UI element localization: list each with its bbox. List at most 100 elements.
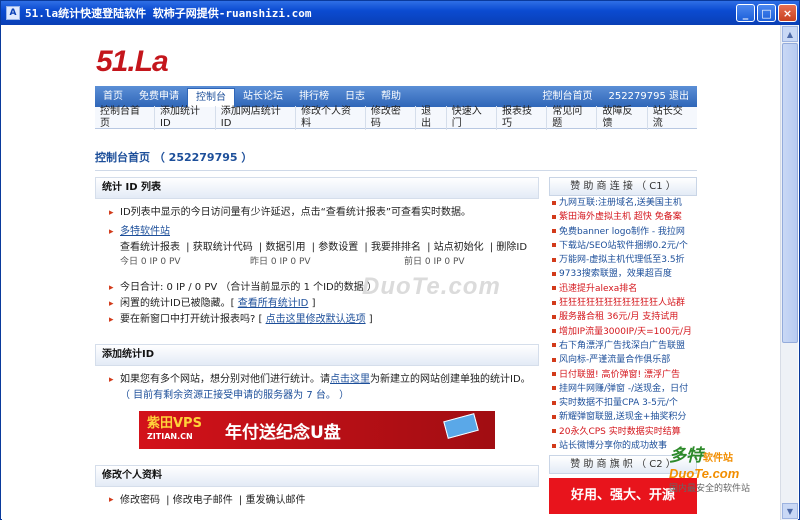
- link-modify-password[interactable]: 修改密码: [120, 495, 160, 506]
- sponsor-link-text: 九网互联:注册域名,送美国主机: [559, 198, 682, 208]
- sponsor-link-text: 日付联盟! 高价弹窗! 漂浮广告: [559, 369, 680, 380]
- sponsor-link[interactable]: 9733搜索联盟，效果超百度: [549, 267, 697, 281]
- newwin-suffix: ]: [365, 314, 373, 325]
- divider: [95, 170, 697, 171]
- sponsor-link[interactable]: 风向标-严谨流量合作俱乐部: [549, 353, 697, 367]
- sponsor-link-text: 万能网-虚拟主机代理低至3.5折: [559, 255, 685, 266]
- link-data-ref[interactable]: 数据引用: [265, 242, 305, 253]
- sponsor-link[interactable]: 万能网-虚拟主机代理低至3.5折: [549, 253, 697, 267]
- main-nav: 首页 免费申请 控制台 站长论坛 排行榜 日志 帮助 控制台首页 2522797…: [95, 86, 697, 107]
- bullet-square-icon: [552, 271, 556, 276]
- corner-watermark: 多特软件站 DuoTe.com 国内最安全的软件站: [669, 441, 797, 505]
- sponsor-link[interactable]: 迅速提升alexa排名: [549, 282, 697, 296]
- nav-ranking[interactable]: 排行榜: [291, 86, 337, 107]
- close-button[interactable]: ×: [778, 4, 797, 22]
- sponsor-link[interactable]: 狂狂狂狂狂狂狂狂狂狂狂人站群: [549, 296, 697, 310]
- scroll-down-icon[interactable]: ▼: [782, 503, 798, 519]
- sponsor-link[interactable]: 新耀弹窗联盟,送现金+抽奖积分: [549, 410, 697, 424]
- subnav-webmaster[interactable]: 站长交流: [646, 105, 697, 130]
- banner-slogan: 年付送纪念U盘: [225, 422, 341, 443]
- bullet-icon: ▸: [109, 299, 114, 309]
- subnav-add-id[interactable]: 添加统计ID: [154, 105, 215, 130]
- site-logo[interactable]: 51.La: [96, 45, 169, 79]
- title-bar[interactable]: A 51.la统计快速登陆软件 软柿子网提供-ruanshizi.com _ □…: [1, 1, 799, 25]
- view-all-ids-link[interactable]: 查看所有统计ID: [238, 298, 309, 309]
- nav-console-home[interactable]: 控制台首页: [535, 86, 601, 107]
- subnav-feedback[interactable]: 故障反馈: [596, 105, 646, 130]
- main-column: 统计 ID 列表 ▸ ID列表中显示的今日访问量有少许延迟，点击“查看统计报表”可…: [95, 177, 539, 508]
- server-hint: （ 目前有剩余资源正接受申请的服务器为 7 台。 ）: [120, 390, 350, 401]
- nav-help[interactable]: 帮助: [373, 86, 409, 107]
- link-modify-email[interactable]: 修改电子邮件: [173, 495, 233, 506]
- page-content: 51.La 首页 免费申请 控制台 站长论坛 排行榜 日志 帮助 控制台首页 2…: [2, 25, 780, 520]
- banner-brand: 紫田VPS ZITIAN.CN: [139, 417, 215, 443]
- bullet-square-icon: [552, 200, 556, 205]
- banner-brand-name: 紫田VPS: [147, 416, 202, 431]
- sponsor-link[interactable]: 右下角漂浮广告找深白广告联盟: [549, 339, 697, 353]
- bullet-square-icon: [552, 343, 556, 348]
- subnav-console-home[interactable]: 控制台首页: [95, 106, 154, 130]
- scroll-up-icon[interactable]: ▲: [782, 26, 798, 42]
- stat-intro-text: ID列表中显示的今日访问量有少许延迟，点击“查看统计报表”可查看实时数据。: [120, 207, 472, 218]
- bullet-icon: ▸: [109, 495, 114, 505]
- nav-right: 控制台首页 252279795 退出: [535, 86, 697, 107]
- subnav-logout[interactable]: 退出: [415, 105, 446, 130]
- sponsor-link-text: 下载站/SEO站软件捆绑0.2元/个: [559, 240, 688, 251]
- nav-console[interactable]: 控制台: [187, 88, 235, 107]
- profile-heading: 修改个人资料: [95, 465, 539, 487]
- sponsor-link-text: 右下角漂浮广告找深白广告联盟: [559, 340, 686, 351]
- nav-home[interactable]: 首页: [95, 86, 131, 107]
- sponsor-link[interactable]: 下载站/SEO站软件捆绑0.2元/个: [549, 239, 697, 253]
- link-init[interactable]: 站点初始化: [434, 242, 484, 253]
- subnav-add-shop-id[interactable]: 添加网店统计ID: [214, 105, 295, 130]
- link-view-report[interactable]: 查看统计报表: [120, 242, 180, 253]
- nav-free-apply[interactable]: 免费申请: [131, 86, 187, 107]
- scroll-thumb[interactable]: [782, 43, 798, 343]
- bullet-square-icon: [552, 229, 556, 234]
- sponsor-link[interactable]: 免费banner logo制作 - 我拉网: [549, 225, 697, 239]
- banner-brand-url: ZITIAN.CN: [147, 432, 193, 441]
- sponsor-link[interactable]: 九网互联:注册域名,送美国主机: [549, 196, 697, 210]
- app-icon: A: [6, 6, 20, 20]
- subnav-report-tips[interactable]: 报表技巧: [496, 105, 546, 130]
- subnav-edit-profile[interactable]: 修改个人资料: [295, 105, 365, 130]
- bullet-square-icon: [552, 357, 556, 362]
- sponsor-link[interactable]: 紫田海外虚拟主机 超快 免备案: [549, 210, 697, 224]
- today-stat: 今日 0 IP 0 PV: [120, 257, 181, 267]
- subnav-quick-start[interactable]: 快速入门: [445, 105, 496, 130]
- maximize-button[interactable]: □: [757, 4, 776, 22]
- sponsor-link[interactable]: 增加IP流量3000IP/天=100元/月: [549, 325, 697, 339]
- add-suffix: 为新建立的网站创建单独的统计ID。: [370, 374, 531, 385]
- click-here-link[interactable]: 点击这里: [330, 374, 370, 385]
- window-title: 51.la统计快速登陆软件 软柿子网提供-ruanshizi.com: [25, 7, 312, 20]
- link-get-code[interactable]: 获取统计代码: [193, 242, 253, 253]
- link-delete-id[interactable]: 删除ID: [496, 242, 527, 253]
- sponsor-link[interactable]: 服务器合租 36元/月 支持试用: [549, 310, 697, 324]
- add-id-text: ▸ 如果您有多个网站，想分别对他们进行统计。请点击这里为新建立的网站创建单独的统计…: [95, 372, 539, 388]
- bullet-square-icon: [552, 314, 556, 319]
- bullet-icon: ▸: [109, 208, 114, 218]
- site-name-link[interactable]: 多特软件站: [120, 226, 170, 237]
- minimize-button[interactable]: _: [736, 4, 755, 22]
- nav-user-logout[interactable]: 252279795 退出: [601, 86, 697, 107]
- bullet-square-icon: [552, 414, 556, 419]
- nav-forum[interactable]: 站长论坛: [235, 86, 291, 107]
- watermark-url: DuoTe.com: [669, 466, 740, 481]
- link-resend-confirm[interactable]: 重发确认邮件: [245, 495, 305, 506]
- ad-banner[interactable]: 紫田VPS ZITIAN.CN 年付送纪念U盘: [139, 411, 495, 449]
- change-default-link[interactable]: 点击这里修改默认选项: [266, 314, 366, 325]
- link-settings[interactable]: 参数设置: [318, 242, 358, 253]
- usb-drive-icon: [443, 413, 479, 439]
- sponsor-link-text: 站长微博分享你的成功故事: [559, 441, 668, 452]
- sponsor-link[interactable]: 日付联盟! 高价弹窗! 漂浮广告: [549, 368, 697, 382]
- subnav-faq[interactable]: 常见问题: [546, 105, 596, 130]
- sponsor-link[interactable]: 挂网牛网赚/弹窗 -/送现金，日付: [549, 382, 697, 396]
- bullet-icon: ▸: [109, 283, 114, 293]
- bullet-square-icon: [552, 386, 556, 391]
- sponsor-link[interactable]: 实时数据不扣量CPA 3-5元/个: [549, 396, 697, 410]
- subnav-change-password[interactable]: 修改密码: [364, 105, 415, 130]
- link-ranking[interactable]: 我要排排名: [371, 242, 421, 253]
- sponsor-link-text: 服务器合租 36元/月 支持试用: [559, 312, 679, 323]
- nav-log[interactable]: 日志: [337, 86, 373, 107]
- sponsor-link[interactable]: 20永久CPS 实时数据实时结算: [549, 425, 697, 439]
